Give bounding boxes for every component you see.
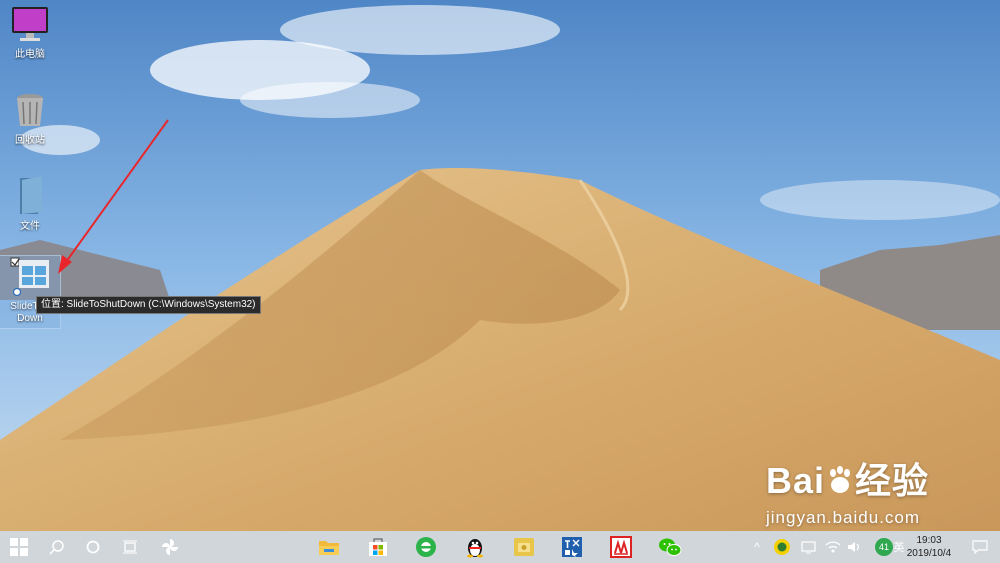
qq-penguin-icon <box>467 539 483 558</box>
clock-time: 19:03 <box>916 535 942 546</box>
pinned-qq[interactable] <box>458 531 492 563</box>
baidu-watermark: Bai 经验 jingyan.baidu.com <box>766 452 929 528</box>
taskbar: ^ 41 英 19:03 2019/10/4 <box>0 531 1000 563</box>
start-button[interactable] <box>2 531 36 563</box>
search-button[interactable] <box>40 531 74 563</box>
windows-start-icon <box>10 538 28 556</box>
cortana-button[interactable] <box>76 531 110 563</box>
wifi-icon <box>825 541 841 553</box>
volume-icon <box>848 542 859 552</box>
watermark-brand: Bai 经验 <box>766 452 929 504</box>
shield-app-icon <box>774 539 790 555</box>
pinwheel-app-icon <box>162 539 178 555</box>
task-view-icon <box>123 540 137 554</box>
pinned-file-explorer[interactable] <box>312 531 346 563</box>
chevron-up-icon: ^ <box>754 540 760 554</box>
red-app-icon <box>610 536 632 558</box>
clock-date: 2019/10/4 <box>906 548 952 559</box>
search-icon <box>49 540 64 555</box>
tray-badge-app[interactable]: 41 <box>873 531 895 563</box>
pinned-red-app[interactable] <box>604 531 638 563</box>
tray-badge-count: 41 <box>878 542 889 552</box>
notification-icon <box>972 540 988 554</box>
baidu-paw-icon <box>830 466 851 493</box>
toolbox-app-icon <box>562 537 582 557</box>
microsoft-store-icon <box>369 538 387 556</box>
tray-app-icon[interactable] <box>768 531 796 563</box>
pinned-microsoft-store[interactable] <box>361 531 395 563</box>
pinned-toolbox-app[interactable] <box>555 531 589 563</box>
wechat-icon <box>659 538 682 556</box>
desktop[interactable]: 此电脑 回收站 文件 SlideToS Down 位置: SlideToShut… <box>0 0 1000 531</box>
ie-browser-icon <box>416 537 436 557</box>
pinned-wechat[interactable] <box>653 531 687 563</box>
green-badge-icon: 41 <box>875 538 893 556</box>
file-explorer-icon <box>319 541 339 555</box>
watermark-url: jingyan.baidu.com <box>766 508 921 527</box>
tray-clock[interactable]: 19:03 2019/10/4 <box>896 534 962 560</box>
pinned-ie-browser[interactable] <box>409 531 443 563</box>
task-view-button[interactable] <box>113 531 147 563</box>
tray-network[interactable] <box>797 531 823 563</box>
cortana-circle-icon <box>86 540 100 554</box>
tray-wifi[interactable] <box>822 531 844 563</box>
tray-volume[interactable] <box>844 531 864 563</box>
network-icon <box>801 541 816 554</box>
pinned-folder-app[interactable] <box>507 531 541 563</box>
action-center-button[interactable] <box>962 531 998 563</box>
folder-app-icon <box>514 538 534 556</box>
watermark-brand-cn: 经验 <box>855 460 930 501</box>
pinned-app-pinwheel[interactable] <box>153 531 187 563</box>
watermark-brand-text: Bai <box>766 460 826 501</box>
tray-overflow-chevron[interactable]: ^ <box>748 531 766 563</box>
